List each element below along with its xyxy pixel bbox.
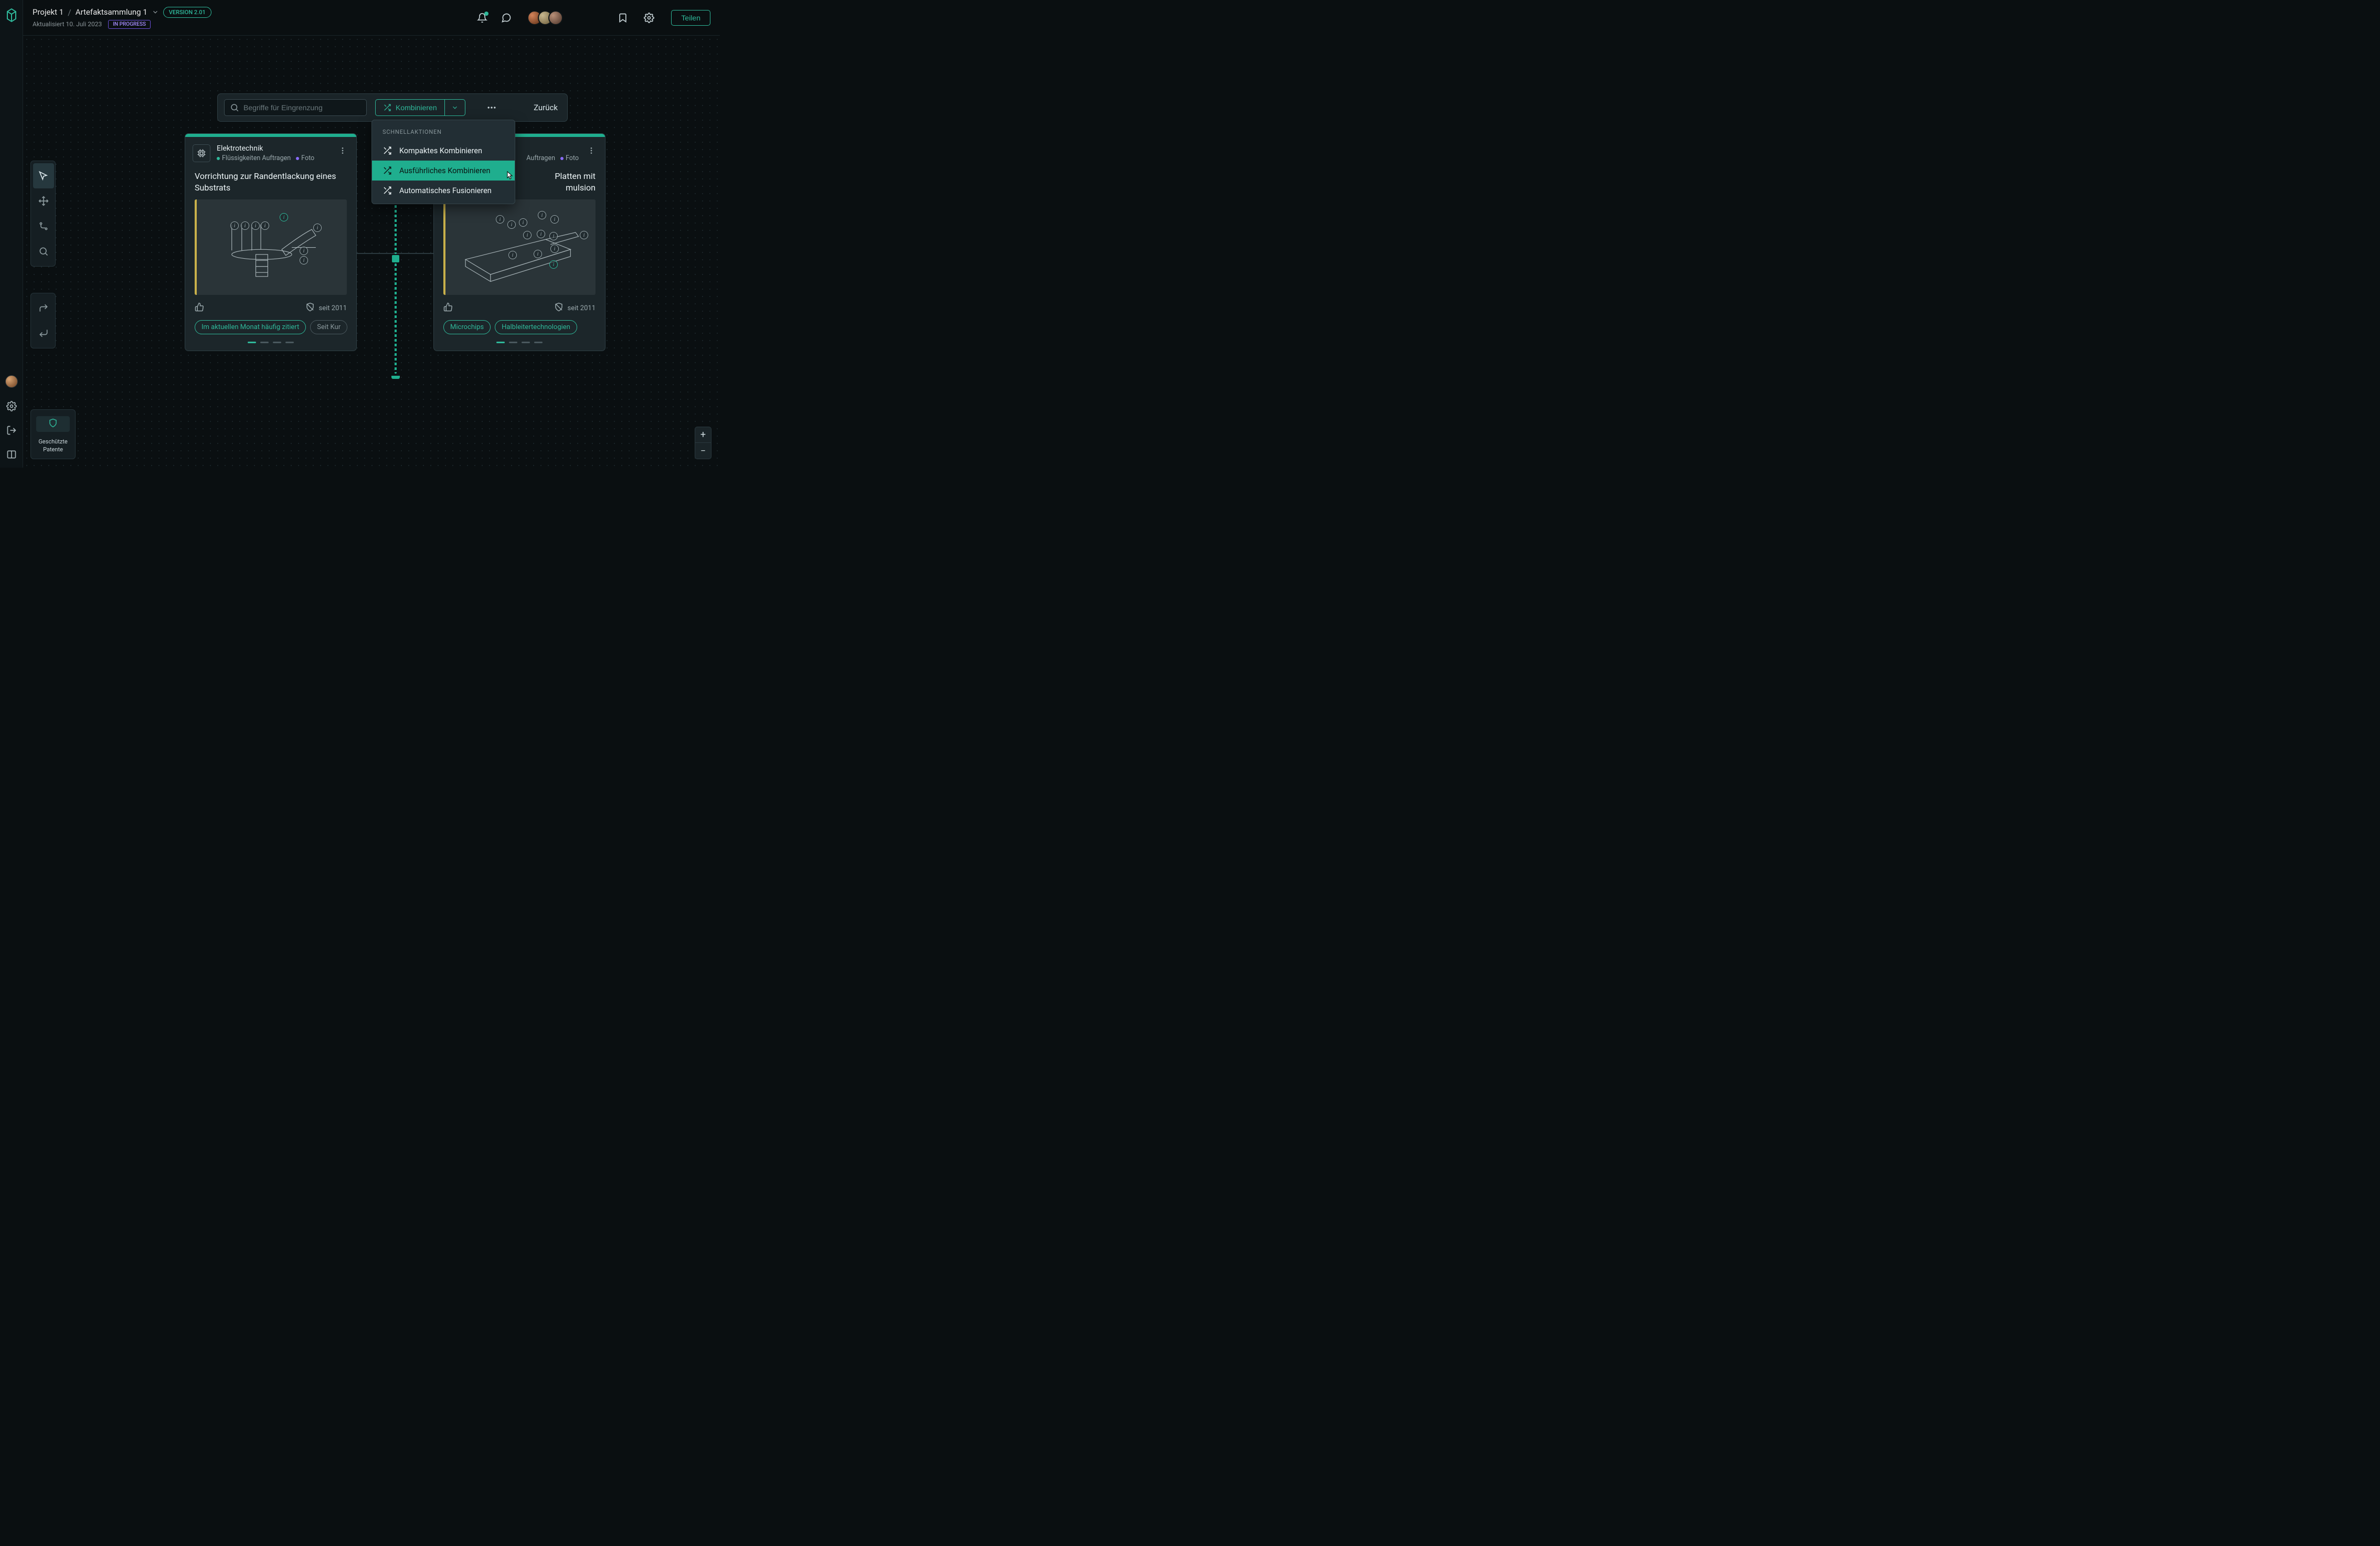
card-since: seit 2011	[568, 304, 596, 312]
share-button[interactable]: Teilen	[671, 10, 710, 26]
panel-toggle-icon[interactable]	[6, 449, 17, 460]
card-pager[interactable]	[185, 342, 356, 351]
card-figure[interactable]: i i i i i i i i i i i i i	[443, 199, 596, 295]
combine-label: Kombinieren	[396, 103, 437, 112]
card-since: seit 2011	[319, 304, 347, 312]
card-tags: Flüssigkeiten Auftragen Foto	[217, 154, 330, 162]
app-rail	[0, 0, 23, 468]
notification-dot	[484, 12, 488, 16]
combine-button[interactable]: Kombinieren	[375, 99, 445, 116]
zoom-out-button[interactable]: −	[695, 443, 711, 459]
artifact-card[interactable]: Elektrotechnik Flüssigkeiten Auftragen F…	[185, 133, 357, 351]
card-more-button[interactable]	[336, 144, 349, 159]
app-logo[interactable]	[5, 7, 18, 23]
cursor-tool[interactable]	[33, 163, 54, 188]
settings-icon[interactable]	[6, 400, 17, 412]
updated-label: Aktualisiert 10. Juli 2023	[33, 20, 102, 28]
search-tool[interactable]	[33, 239, 54, 264]
card-category: Elektrotechnik	[217, 144, 330, 153]
card-title: Vorrichtung zur Randentlackung eines Sub…	[185, 165, 356, 199]
avatar	[548, 10, 563, 25]
breadcrumb-collection[interactable]: Artefaktsammlung 1	[76, 7, 147, 17]
breadcrumb: Projekt 1 / Artefaktsammlung 1 VERSION 2…	[33, 7, 211, 29]
rail-user-avatar[interactable]	[5, 375, 18, 388]
dropdown-item-auto[interactable]: Automatisches Fusionieren	[372, 181, 515, 200]
quick-actions-dropdown: SCHNELLAKTIONEN Kompaktes Kombinieren Au…	[371, 120, 515, 204]
card-more-button[interactable]	[585, 144, 598, 159]
bookmark-icon[interactable]	[618, 13, 628, 23]
chat-icon[interactable]	[501, 13, 512, 23]
more-actions-button[interactable]	[484, 100, 499, 115]
redo-tool[interactable]	[33, 295, 54, 321]
version-pill: VERSION 2.01	[163, 7, 211, 18]
shuffle-icon	[383, 103, 391, 112]
shield-off-icon	[305, 302, 315, 314]
branch-tool[interactable]	[33, 214, 54, 239]
dropdown-item-detailed[interactable]: Ausführliches Kombinieren	[372, 161, 515, 181]
search-input[interactable]	[243, 103, 361, 112]
shuffle-icon	[382, 146, 392, 155]
back-button[interactable]: Zurück	[534, 103, 558, 112]
cursor-pointer-icon	[505, 171, 513, 183]
card-figure[interactable]: i i i i i i i i	[195, 199, 347, 295]
dropdown-header: SCHNELLAKTIONEN	[372, 125, 515, 141]
chip-icon	[193, 144, 210, 162]
dropdown-item-compact[interactable]: Kompaktes Kombinieren	[372, 141, 515, 161]
action-bar: Kombinieren Zurück	[217, 93, 568, 122]
canvas[interactable]: Kombinieren Zurück SCHNELLAKTIONEN Kompa…	[23, 36, 720, 468]
shuffle-icon	[382, 166, 392, 175]
breadcrumb-project[interactable]: Projekt 1	[33, 7, 63, 17]
chip[interactable]: Seit Kur	[310, 320, 347, 334]
chip[interactable]: Microchips	[443, 320, 491, 334]
breadcrumb-sep: /	[68, 7, 71, 17]
search-input-wrap[interactable]	[224, 99, 367, 116]
logout-icon[interactable]	[6, 425, 17, 436]
shield-icon	[33, 413, 73, 435]
chevron-down-icon[interactable]	[152, 8, 159, 16]
bell-icon[interactable]	[477, 13, 487, 23]
combine-dropdown-toggle[interactable]	[445, 99, 465, 116]
shield-off-icon	[554, 302, 564, 314]
zoom-in-button[interactable]: +	[695, 427, 711, 443]
collaborator-avatars[interactable]	[527, 10, 563, 25]
chip[interactable]: Halbleitertechnologien	[495, 320, 577, 334]
move-tool[interactable]	[33, 188, 54, 214]
canvas-toolbar-history	[30, 293, 56, 348]
search-icon	[230, 103, 239, 112]
topbar: Projekt 1 / Artefaktsammlung 1 VERSION 2…	[23, 0, 720, 36]
zoom-controls: + −	[695, 427, 711, 459]
canvas-toolbar	[30, 161, 56, 267]
chip[interactable]: Im aktuellen Monat häufig zitiert	[195, 320, 306, 334]
chevron-down-icon	[451, 104, 459, 111]
undo-tool[interactable]	[33, 321, 54, 346]
legend-card[interactable]: GeschütztePatente	[30, 409, 76, 459]
status-pill: IN PROGRESS	[108, 20, 151, 29]
thumbs-up-icon[interactable]	[443, 302, 453, 314]
shuffle-icon	[382, 186, 392, 195]
thumbs-up-icon[interactable]	[195, 302, 204, 314]
gear-icon[interactable]	[644, 13, 654, 23]
legend-label: GeschütztePatente	[33, 438, 73, 453]
card-pager[interactable]	[434, 342, 605, 351]
